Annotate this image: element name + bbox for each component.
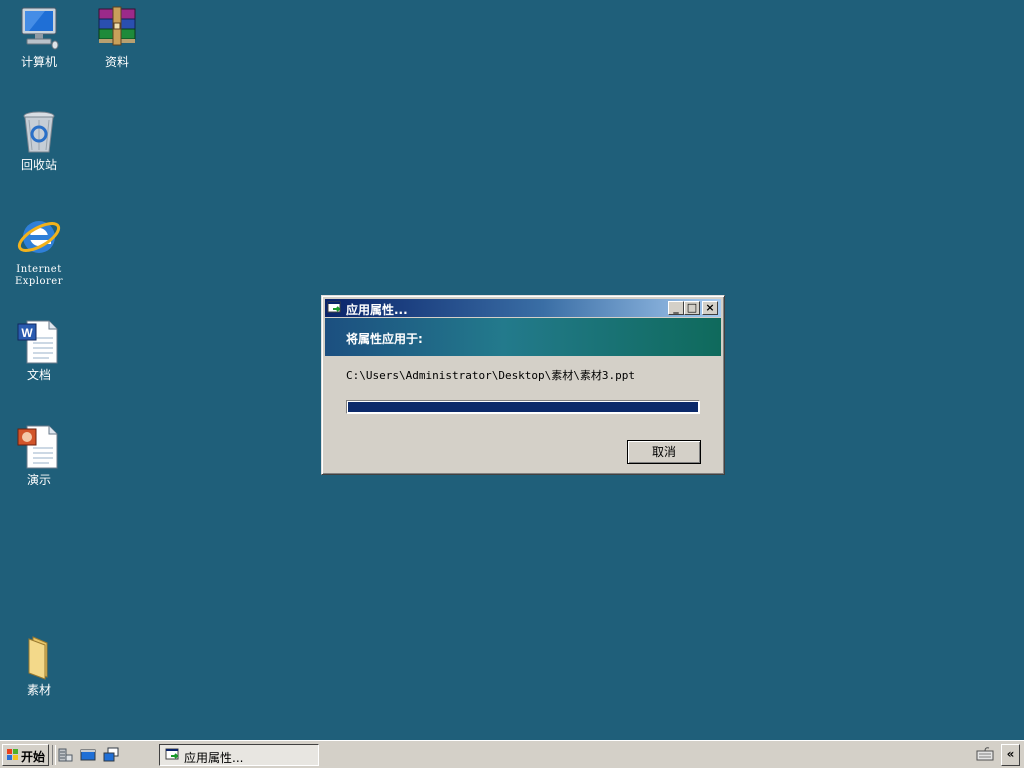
desktop-icon-computer[interactable]: 计算机 [1,5,77,68]
apply-properties-icon [327,300,343,316]
desktop-icon-label: Internet Explorer [14,264,64,287]
start-button[interactable]: 开始 [2,744,49,766]
desktop-icon-label: 文档 [26,368,51,382]
close-button[interactable]: × [702,301,718,315]
desktop-icon-label: 演示 [26,473,51,487]
desktop-icon-recycle-bin[interactable]: 回收站 [1,108,77,171]
switch-windows-icon[interactable] [103,747,119,763]
windows-logo-icon [6,748,20,762]
recycle-bin-icon [15,108,63,156]
maximize-button[interactable]: □ [684,301,700,315]
progress-fill [348,402,698,412]
start-label: 开始 [21,750,46,764]
taskbar-button-apply-properties[interactable]: 应用属性... [159,744,319,766]
keyboard-icon[interactable] [976,746,994,762]
file-path-text: C:\Users\Administrator\Desktop\素材\素材3.pp… [346,369,636,382]
cancel-button[interactable]: 取消 [627,440,701,464]
dialog-title: 应用属性... [346,303,408,317]
desktop-icon-folder[interactable]: 素材 [1,633,77,696]
powerpoint-document-icon [15,423,63,471]
minimize-button[interactable]: _ [668,301,684,315]
desktop-icon-archive[interactable]: 资料 [79,5,155,68]
svg-text:W: W [21,326,33,340]
folder-icon [15,633,63,681]
desktop-icon-label: 计算机 [20,55,57,69]
winrar-archive-icon [93,5,141,53]
tray-expand-button[interactable]: « [1001,744,1020,766]
internet-explorer-icon [15,213,63,261]
computer-icon [15,5,63,53]
desktop-icon-internet-explorer[interactable]: Internet Explorer [1,213,77,288]
desktop-icon-label: 资料 [104,55,129,69]
taskbar: 开始 应用属性... « [0,740,1024,768]
server-manager-icon[interactable] [57,747,73,763]
desktop-icon-label: 素材 [26,683,51,697]
dialog-banner: 将属性应用于: [325,318,721,356]
dialog-titlebar[interactable]: 应用属性... _ □ × [325,299,721,317]
taskbar-button-label: 应用属性... [184,751,244,765]
banner-text: 将属性应用于: [346,332,423,346]
desktop-icon-document[interactable]: W 文档 [1,318,77,381]
desktop-icon-label: 回收站 [20,158,57,172]
word-document-icon: W [15,318,63,366]
apply-properties-dialog: 应用属性... _ □ × 将属性应用于: C:\Users\Administr… [321,295,725,475]
show-desktop-icon[interactable] [80,747,96,763]
taskbar-separator [52,745,56,765]
desktop-icon-presentation[interactable]: 演示 [1,423,77,486]
apply-properties-icon [165,748,181,762]
progress-bar [346,400,700,414]
